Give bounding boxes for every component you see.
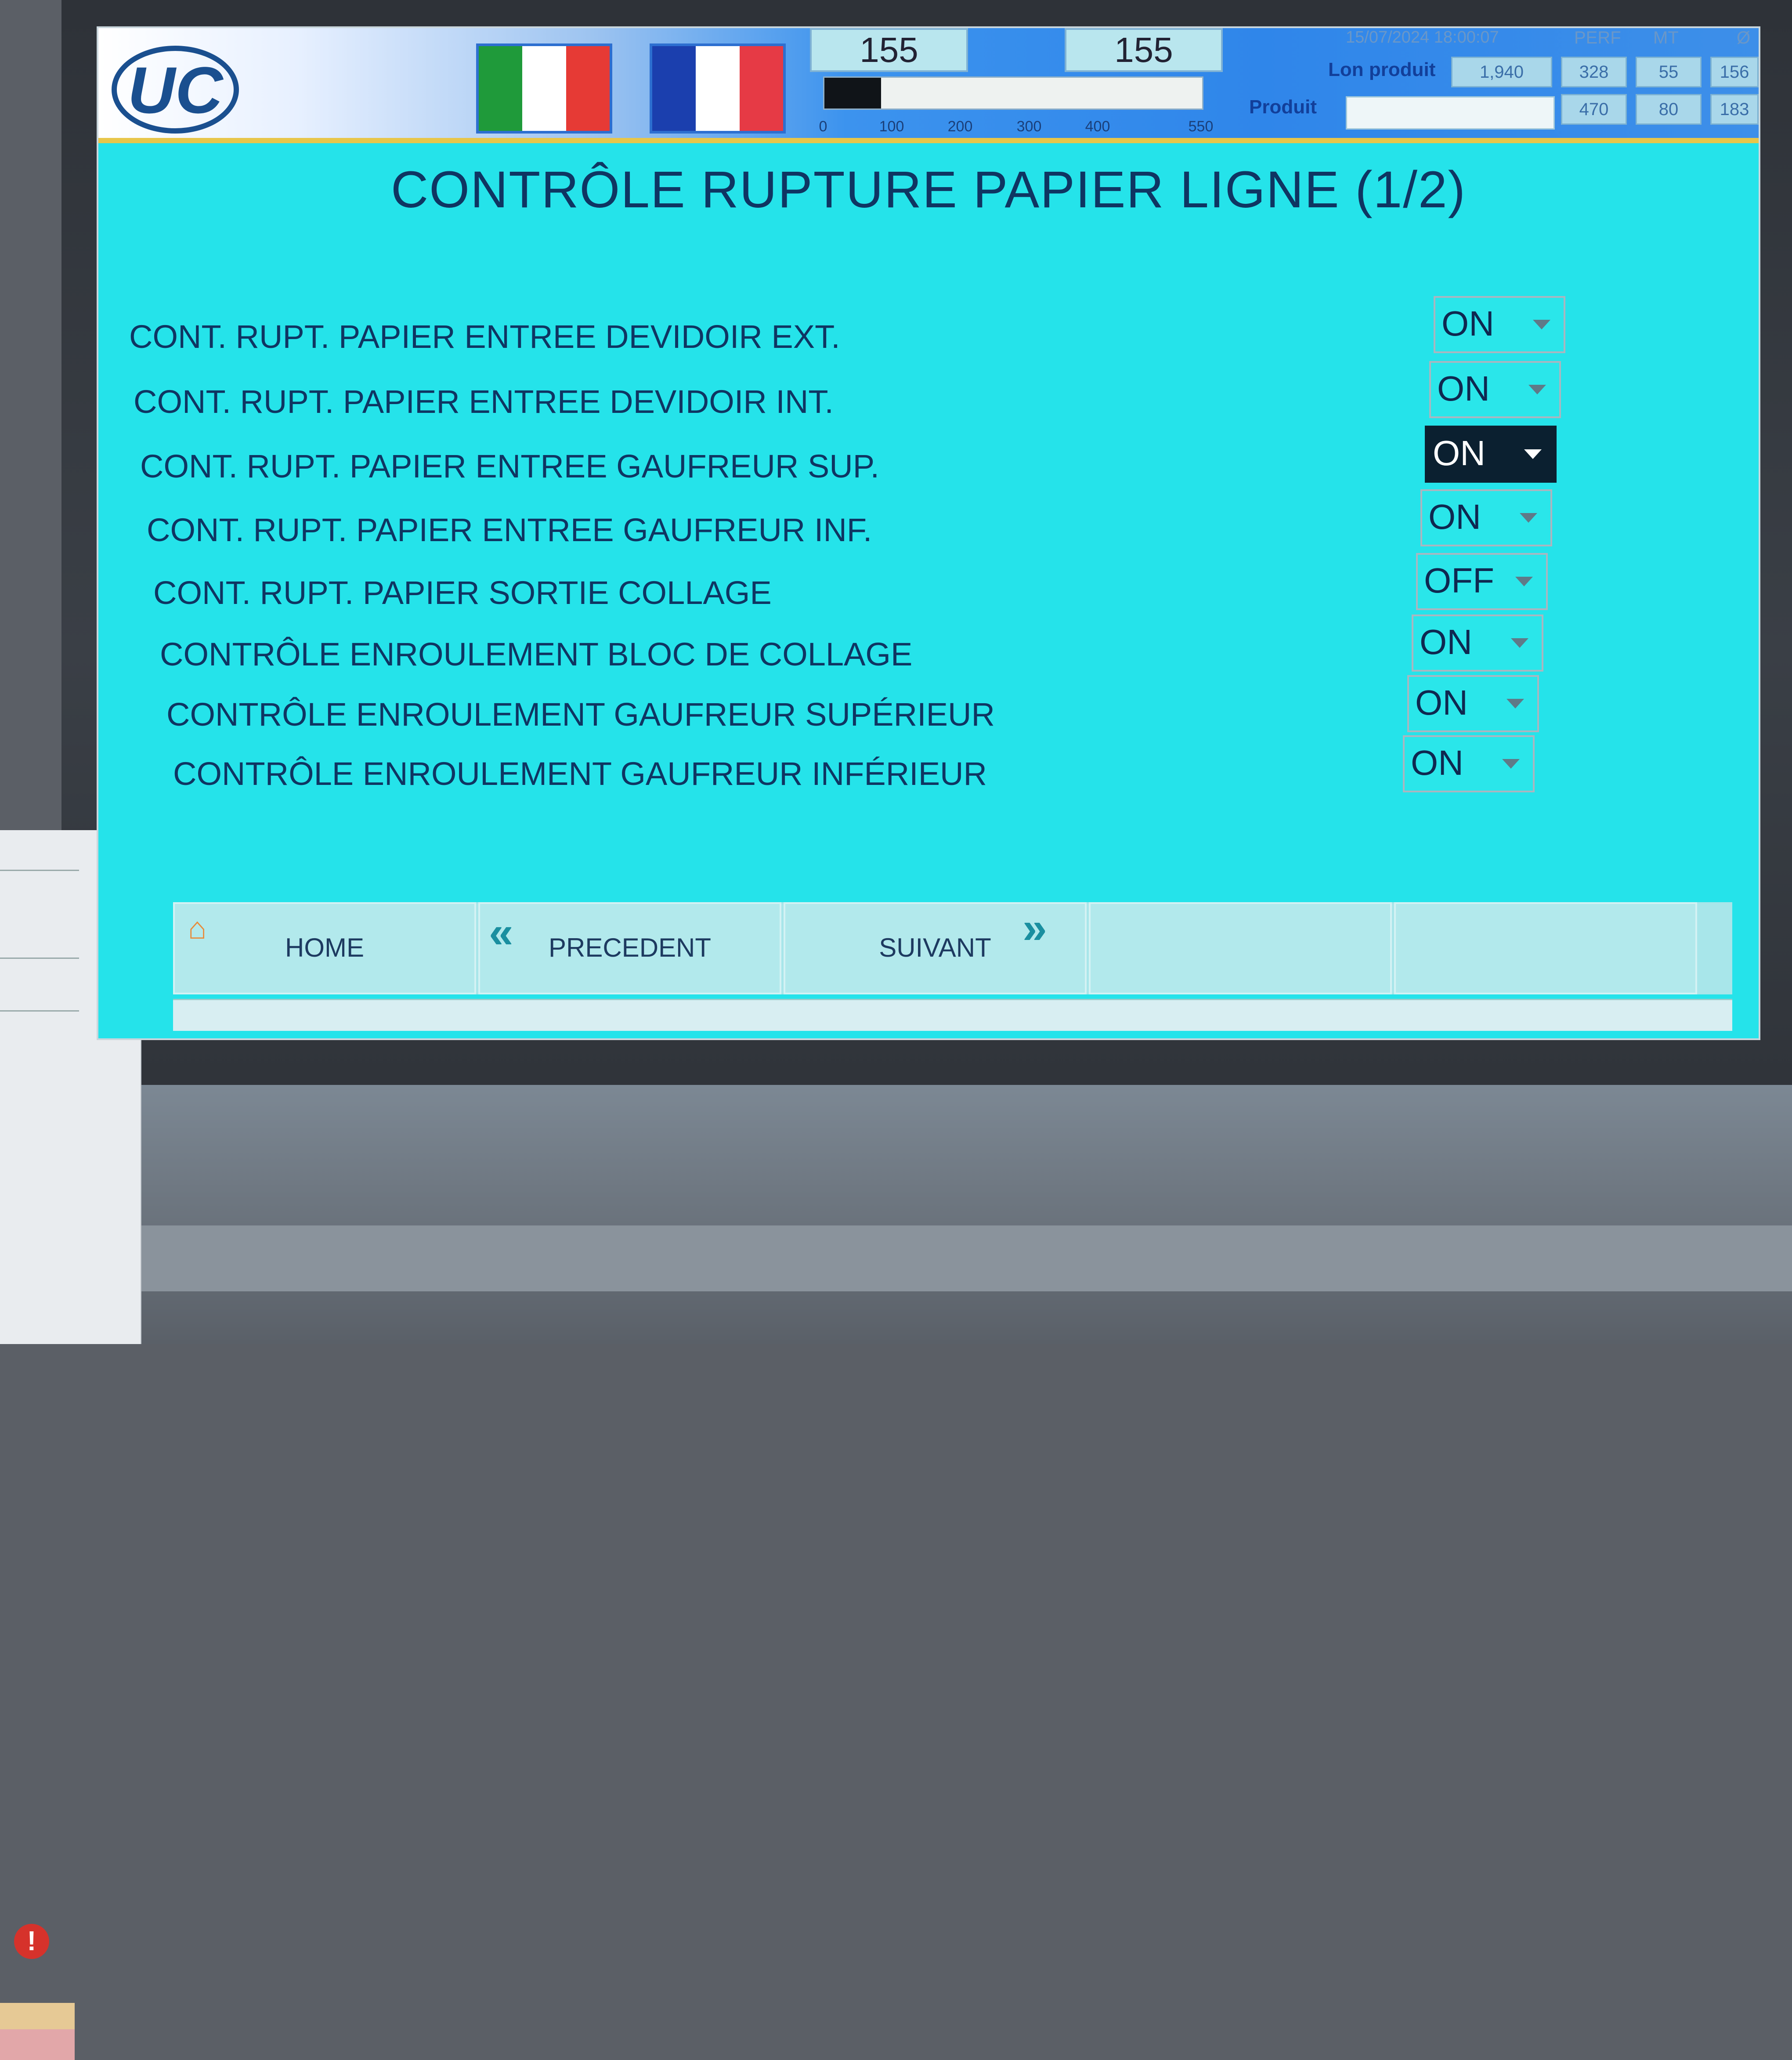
perf-value-2: 470 [1561,94,1627,125]
tick-label: 550 [1188,118,1214,135]
row-label: CONTRÔLE ENROULEMENT GAUFREUR INFÉRIEUR [173,755,987,792]
header-bar: UC 155 155 0 100 200 300 400 550 15/07/2… [98,28,1759,143]
page-title: CONTRÔLE RUPTURE PAPIER LIGNE (1/2) [391,161,1466,219]
dropdown-value: ON [1411,743,1463,782]
chevron-down-icon [1528,385,1546,394]
tick-label: 0 [819,118,827,135]
home-icon: ⌂ [188,911,207,945]
tick-label: 200 [947,118,973,135]
speed-readout-left: 155 [810,28,968,72]
diameter-value: 156 [1710,57,1759,87]
col-header-perf: PERF [1574,28,1621,47]
chevron-down-icon [1533,320,1550,329]
row-label: CONTRÔLE ENROULEMENT GAUFREUR SUPÉRIEUR [166,696,995,733]
row-label: CONT. RUPT. PAPIER ENTREE GAUFREUR SUP. [140,448,880,484]
mt-value-2: 80 [1636,94,1702,125]
dropdown-value: ON [1428,497,1481,536]
next-button[interactable]: SUIVANT » [784,902,1087,994]
row-label: CONTRÔLE ENROULEMENT BLOC DE COLLAGE [160,636,913,672]
status-strip [173,999,1732,1031]
next-label: SUIVANT [879,933,991,962]
dropdown-value: ON [1437,369,1490,408]
speed-bar [823,76,1203,110]
dropdown-value: ON [1433,434,1485,473]
home-button[interactable]: ⌂ HOME [173,902,476,994]
toggle-dropdown[interactable]: ON [1420,489,1552,546]
produit-label: Produit [1249,96,1317,118]
perf-value: 328 [1561,57,1627,87]
empty-nav-button[interactable] [1394,902,1697,994]
diameter-value-2: 183 [1710,94,1759,125]
previous-button[interactable]: « PRECEDENT [478,902,781,994]
row-label: CONT. RUPT. PAPIER SORTIE COLLAGE [153,575,772,611]
chevron-down-icon [1524,449,1542,459]
lon-produit-label: Lon produit [1328,59,1436,80]
dropdown-value: ON [1420,622,1472,661]
machine-frame [0,1085,1792,1344]
toggle-dropdown[interactable]: ON [1403,735,1535,792]
toggle-dropdown[interactable]: ON [1434,296,1565,353]
toggle-dropdown[interactable]: ON [1429,361,1561,418]
chevron-down-icon [1515,577,1533,586]
tick-label: 400 [1085,118,1110,135]
col-header-diameter: Ø [1737,28,1751,47]
previous-label: PRECEDENT [548,933,712,962]
alert-icon: ! [14,1924,49,1959]
mt-value: 55 [1636,57,1702,87]
chevron-down-icon [1507,699,1524,708]
chevron-down-icon [1511,638,1528,648]
tick-label: 100 [879,118,904,135]
machine-frame-strip [110,1225,1792,1291]
datetime: 15/07/2024 18:00:07 [1346,28,1499,47]
dropdown-value: ON [1442,304,1494,343]
toggle-dropdown[interactable]: ON [1407,675,1539,732]
col-header-mt: MT [1653,28,1679,47]
hmi-screen: UC 155 155 0 100 200 300 400 550 15/07/2… [97,26,1760,1040]
paper-color-swatch [0,2003,75,2029]
italian-flag-icon[interactable] [476,43,612,134]
toggle-dropdown[interactable]: OFF [1416,553,1548,610]
speed-bar-fill [824,78,881,108]
double-chevron-left-icon: « [489,908,513,957]
double-chevron-right-icon: » [1022,904,1047,953]
toggle-dropdown-selected[interactable]: ON [1425,426,1557,483]
speed-readout-right: 155 [1065,28,1223,72]
lon-produit-value: 1,940 [1451,57,1552,87]
dropdown-value: ON [1415,683,1468,722]
home-label: HOME [285,933,364,962]
produit-bar [1346,96,1555,130]
dropdown-value: OFF [1424,561,1494,600]
chevron-down-icon [1520,513,1537,523]
row-label: CONT. RUPT. PAPIER ENTREE DEVIDOIR EXT. [129,318,840,355]
speed-bar-scale: 0 100 200 300 400 550 [819,112,1214,138]
paper-color-swatch [0,2029,75,2060]
empty-nav-button[interactable] [1089,902,1392,994]
toggle-dropdown[interactable]: ON [1412,614,1543,672]
tick-label: 300 [1016,118,1042,135]
row-label: CONT. RUPT. PAPIER ENTREE DEVIDOIR INT. [134,383,834,420]
french-flag-icon[interactable] [650,43,786,134]
chevron-down-icon [1502,759,1520,769]
uc-logo: UC [112,46,239,134]
footer-nav: ⌂ HOME « PRECEDENT SUIVANT » [173,902,1732,994]
row-label: CONT. RUPT. PAPIER ENTREE GAUFREUR INF. [147,512,872,548]
